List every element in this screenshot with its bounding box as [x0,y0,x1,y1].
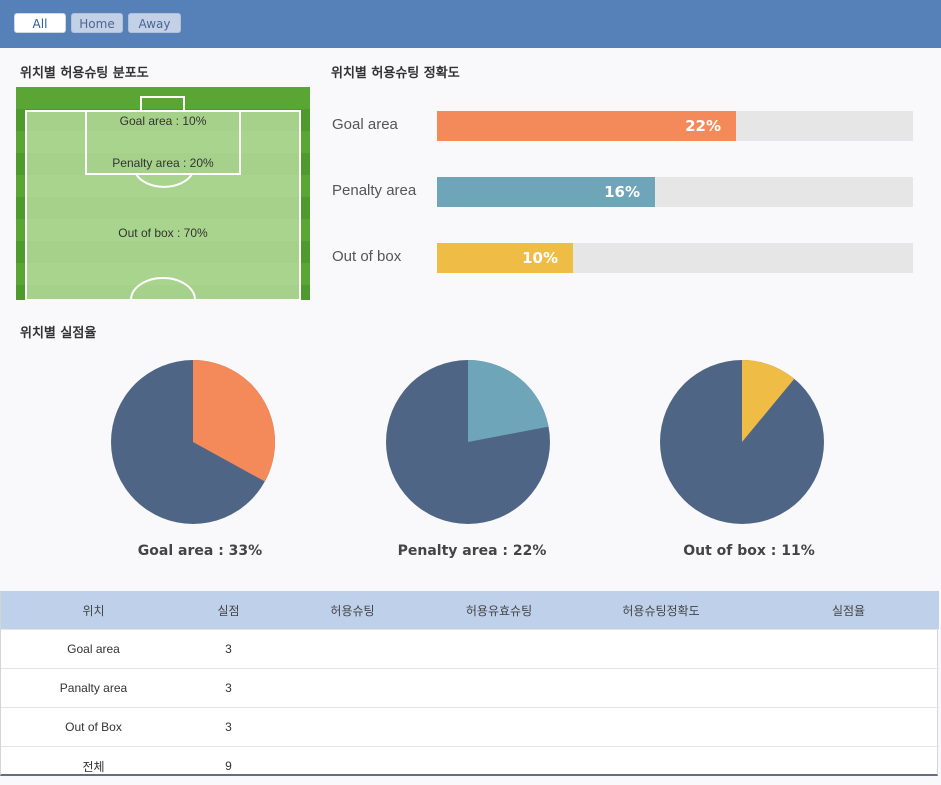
table-row: Goal area 3 [1,630,939,669]
pie-caption-out-of-box: Out of box : 11% [619,543,879,559]
pitch-label-penalty-area: Penalty area : 20% [16,156,310,170]
table-row: 전체 9 [1,747,939,785]
bar-track-goal-area: 22% [437,111,913,141]
table-cell: 9 [186,747,271,785]
table-cell: Panalty area [1,669,186,708]
distribution-title: 위치별 허용슈팅 분포도 [20,62,149,81]
accuracy-title: 위치별 허용슈팅 정확도 [331,62,460,81]
concede-title: 위치별 실점율 [20,322,96,341]
pitch-label-goal-area: Goal area : 10% [16,114,310,128]
table-cell [758,669,939,708]
pie-penalty-area [383,357,553,527]
table-cell: 전체 [1,747,186,785]
bar-track-penalty-area: 16% [437,177,913,207]
table-cell [271,747,434,785]
table-cell [434,630,564,669]
table-cell [271,630,434,669]
pie-out-of-box [657,357,827,527]
table-row: Out of Box 3 [1,708,939,747]
table-cell [758,747,939,785]
table-cell [434,669,564,708]
bar-label-penalty-area: Penalty area [332,182,416,199]
pitch-diagram: Goal area : 10% Penalty area : 20% Out o… [16,87,310,300]
col-header-shots-on-target: 허용유효슈팅 [434,591,564,630]
table-cell [271,708,434,747]
table-cell [564,747,758,785]
table-cell [434,708,564,747]
top-bar: All Home Away [0,0,941,48]
pie-caption-penalty-area: Penalty area : 22% [342,543,602,559]
pie-caption-goal-area: Goal area : 33% [70,543,330,559]
tab-home[interactable]: Home [71,13,123,33]
bar-track-out-of-box: 10% [437,243,913,273]
col-header-position: 위치 [1,591,186,630]
tab-all[interactable]: All [14,13,66,33]
table-cell [758,708,939,747]
bar-value-penalty-area: 16% [437,177,640,207]
table-cell [271,669,434,708]
table-cell: 3 [186,630,271,669]
table-cell [564,630,758,669]
table-cell: Goal area [1,630,186,669]
tab-away[interactable]: Away [128,13,181,33]
stats-table: 위치 실점 허용슈팅 허용유효슈팅 허용슈팅정확도 실점율 Goal area … [0,591,938,776]
col-header-shots: 허용슈팅 [271,591,434,630]
bar-label-out-of-box: Out of box [332,248,401,265]
table-row: Panalty area 3 [1,669,939,708]
pie-goal-area [108,357,278,527]
col-header-goals: 실점 [186,591,271,630]
table-header-row: 위치 실점 허용슈팅 허용유효슈팅 허용슈팅정확도 실점율 [1,591,939,630]
table-cell [564,708,758,747]
bar-value-goal-area: 22% [437,111,721,141]
pitch-label-out-of-box: Out of box : 70% [16,226,310,240]
table-cell: Out of Box [1,708,186,747]
table-cell [564,669,758,708]
bar-value-out-of-box: 10% [437,243,558,273]
table-cell: 3 [186,669,271,708]
col-header-accuracy: 허용슈팅정확도 [564,591,758,630]
stats-table-grid: 위치 실점 허용슈팅 허용유효슈팅 허용슈팅정확도 실점율 Goal area … [1,591,939,785]
bar-label-goal-area: Goal area [332,116,398,133]
col-header-concede-rate: 실점율 [758,591,939,630]
table-cell: 3 [186,708,271,747]
table-cell [758,630,939,669]
table-cell [434,747,564,785]
